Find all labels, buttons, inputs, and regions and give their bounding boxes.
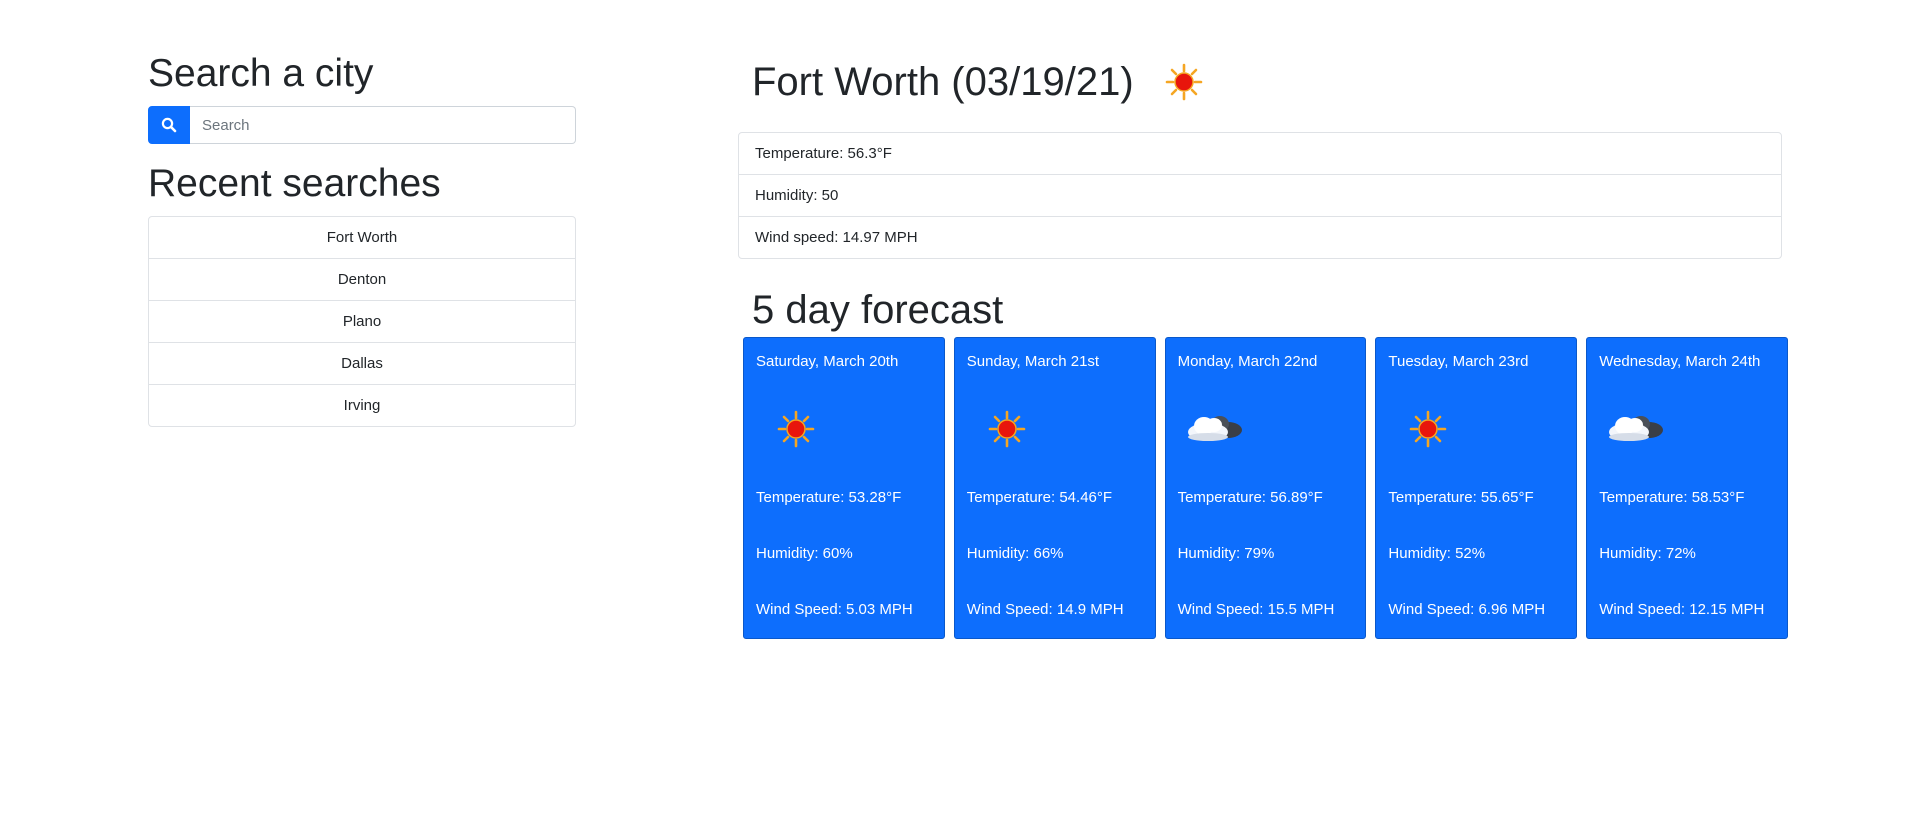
recent-search-item[interactable]: Denton: [149, 259, 575, 301]
recent-search-item[interactable]: Fort Worth: [149, 217, 575, 259]
weather-panel: Fort Worth (03/19/21) Temperature: 56.3°…: [738, 52, 1788, 639]
forecast-date: Sunday, March 21st: [966, 353, 1100, 370]
forecast-date: Wednesday, March 24th: [1599, 353, 1761, 370]
forecast-wind-speed: Wind Speed: 15.5 MPH: [1177, 601, 1335, 618]
forecast-humidity: Humidity: 66%: [966, 545, 1064, 562]
recent-search-item[interactable]: Irving: [149, 385, 575, 426]
forecast-humidity: Humidity: 79%: [1177, 545, 1275, 562]
current-city-title: Fort Worth (03/19/21): [752, 59, 1134, 104]
forecast-date: Saturday, March 20th: [756, 353, 899, 370]
forecast-card: Monday, March 22nd Temperature: 56.89°F …: [1164, 337, 1367, 639]
search-button[interactable]: [148, 106, 190, 144]
current-wind-speed: Wind speed: 14.97 MPH: [755, 229, 918, 246]
search-icon: [161, 117, 177, 133]
forecast-heading: 5 day forecast: [752, 288, 1004, 332]
forecast-card: Saturday, March 20th Temperature: 53.28°…: [743, 337, 945, 639]
recent-search-item[interactable]: Plano: [149, 301, 575, 343]
search-panel: Search a city Recent searches Fort Worth…: [148, 48, 576, 427]
forecast-wind-speed: Wind Speed: 14.9 MPH: [966, 601, 1124, 618]
forecast-humidity: Humidity: 60%: [756, 545, 853, 562]
cloud-icon: [1187, 416, 1242, 441]
recent-search-item[interactable]: Dallas: [149, 343, 575, 385]
current-weather-list: Temperature: 56.3°F Humidity: 50 Wind sp…: [738, 132, 1782, 259]
forecast-card: Tuesday, March 23rd Temperature: 55.65°F…: [1375, 337, 1578, 639]
forecast-card: Sunday, March 21st Temperature: 54.46°F …: [953, 337, 1156, 639]
weather-dashboard: Search a city Recent searches Fort Worth…: [0, 0, 1920, 832]
current-temperature: Temperature: 56.3°F: [739, 133, 1781, 175]
forecast-temperature: Temperature: 53.28°F: [756, 489, 902, 506]
forecast-cards: Saturday, March 20th Temperature: 53.28°…: [743, 337, 1788, 639]
search-heading: Search a city: [148, 52, 374, 95]
forecast-temperature: Temperature: 55.65°F: [1388, 489, 1534, 506]
forecast-card: Wednesday, March 24th Temperature: 58.53…: [1586, 337, 1788, 639]
forecast-wind-speed: Wind Speed: 6.96 MPH: [1388, 601, 1546, 618]
sun-icon: [1410, 410, 1447, 448]
recent-searches-heading: Recent searches: [148, 162, 441, 205]
forecast-temperature: Temperature: 58.53°F: [1599, 489, 1745, 506]
forecast-wind-speed: Wind Speed: 5.03 MPH: [756, 601, 913, 618]
forecast-temperature: Temperature: 56.89°F: [1177, 489, 1323, 506]
cloud-icon: [1609, 416, 1664, 441]
current-humidity: Humidity: 50: [739, 175, 1781, 217]
sun-icon: [777, 410, 815, 448]
search-group: [148, 106, 576, 144]
search-input[interactable]: [190, 106, 576, 144]
forecast-temperature: Temperature: 54.46°F: [966, 489, 1113, 506]
forecast-humidity: Humidity: 52%: [1388, 545, 1486, 562]
forecast-humidity: Humidity: 72%: [1599, 545, 1696, 562]
current-weather-header: Fort Worth (03/19/21): [738, 52, 1788, 112]
forecast-date: Tuesday, March 23rd: [1388, 353, 1529, 370]
recent-searches-list: Fort Worth Denton Plano Dallas Irving: [148, 216, 576, 427]
forecast-wind-speed: Wind Speed: 12.15 MPH: [1599, 601, 1765, 618]
sun-icon: [988, 410, 1026, 448]
forecast-date: Monday, March 22nd: [1177, 353, 1318, 370]
sun-icon: [1165, 63, 1202, 101]
